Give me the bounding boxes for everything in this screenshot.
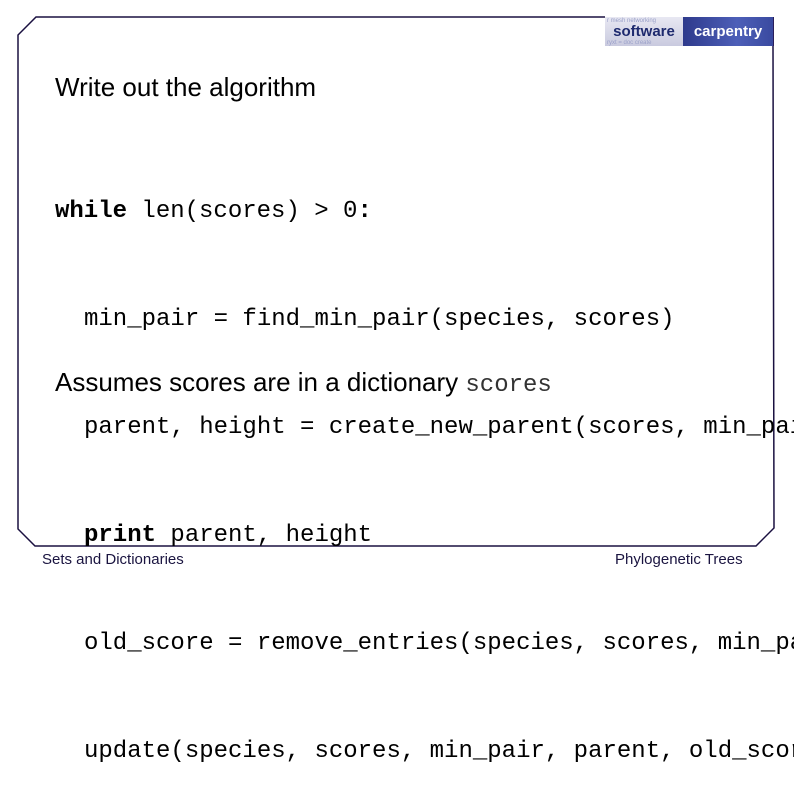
code-line: print parent, height <box>55 518 794 554</box>
code-text: len(scores) > 0 <box>127 198 358 225</box>
code-line: update(species, scores, min_pair, parent… <box>55 734 794 770</box>
code-line: min_pair = find_min_pair(species, scores… <box>55 302 794 338</box>
code-line: while len(scores) > 0: <box>55 194 794 230</box>
logo-word-software: software <box>613 23 675 40</box>
code-line: parent, height = create_new_parent(score… <box>55 410 794 446</box>
logo-word-carpentry: carpentry <box>693 23 763 40</box>
software-carpentry-logo: r mesh networking software ryxt = doc cr… <box>605 17 774 46</box>
code-text: min_pair = find_min_pair(species, scores… <box>84 306 675 333</box>
slide-title: Write out the algorithm <box>55 72 317 102</box>
footer-right: Phylogenetic Trees <box>615 551 743 568</box>
code-keyword: print <box>84 522 157 549</box>
logo-left-panel: r mesh networking software ryxt = doc cr… <box>605 17 683 46</box>
note-text: Assumes scores are in a dictionary <box>55 367 466 397</box>
code-text: old_score = remove_entries(species, scor… <box>84 630 794 657</box>
code-block: while len(scores) > 0: min_pair = find_m… <box>55 122 794 806</box>
code-text: parent, height <box>156 522 373 549</box>
logo-right-panel: carpentry <box>683 17 773 46</box>
code-line: old_score = remove_entries(species, scor… <box>55 626 794 662</box>
code-text: update(species, scores, min_pair, parent… <box>84 738 794 765</box>
code-keyword: while <box>55 198 128 225</box>
footer-left: Sets and Dictionaries <box>42 551 184 568</box>
slide-note: Assumes scores are in a dictionary score… <box>55 367 552 399</box>
logo-faint-text: ryxt = doc create <box>607 40 652 46</box>
code-text: parent, height = create_new_parent(score… <box>84 414 794 441</box>
note-code: scores <box>465 372 552 399</box>
code-keyword: : <box>357 198 372 225</box>
